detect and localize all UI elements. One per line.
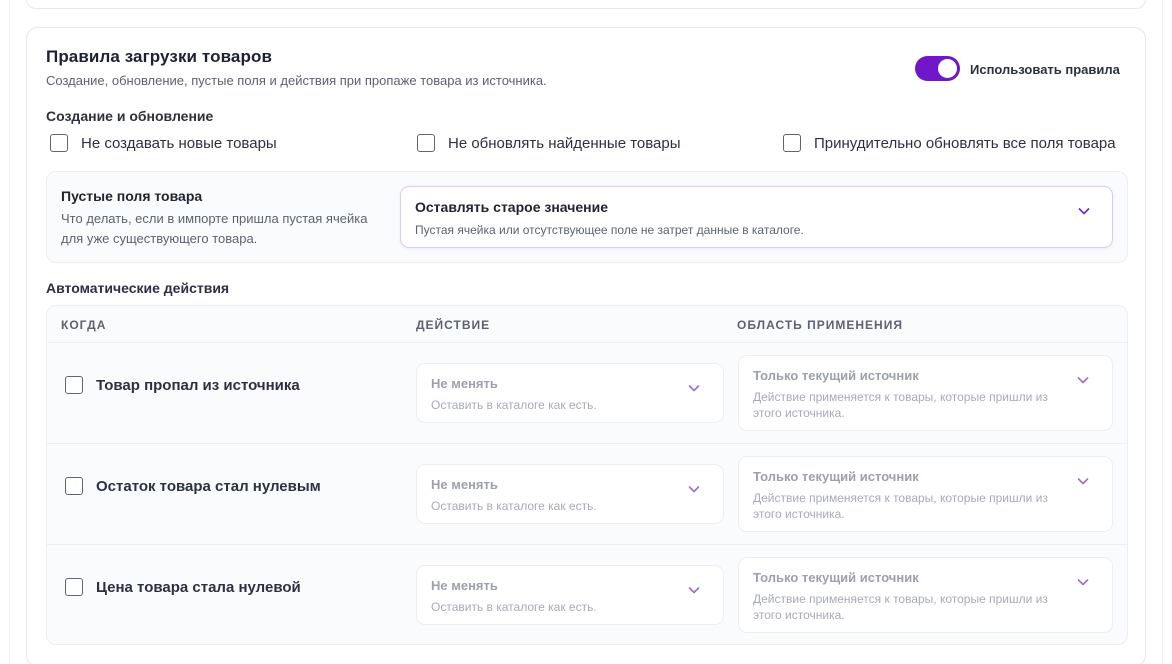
row-checkbox[interactable] [65, 578, 83, 596]
checkbox-no-create[interactable] [50, 134, 68, 152]
action-select-value: Не менять [431, 477, 498, 492]
create-update-heading: Создание и обновление [46, 108, 214, 124]
action-select-value: Не менять [431, 376, 498, 391]
empty-fields-selected-hint: Пустая ячейка или отсутствующее поле не … [415, 223, 804, 237]
column-header-scope: ОБЛАСТЬ ПРИМЕНЕНИЯ [737, 318, 903, 332]
row-when-label: Цена товара стала нулевой [96, 579, 301, 596]
chevron-down-icon [688, 385, 700, 392]
checkbox-no-update-label: Не обновлять найденные товары [448, 135, 681, 152]
scope-select[interactable]: Только текущий источник Действие применя… [738, 456, 1113, 532]
empty-fields-select[interactable]: Оставлять старое значение Пустая ячейка … [400, 186, 1113, 248]
auto-actions-heading: Автоматические действия [46, 280, 230, 296]
toggle-knob [938, 59, 957, 78]
empty-fields-selected-value: Оставлять старое значение [415, 199, 608, 215]
scope-select-hint: Действие применяется к товары, которые п… [753, 491, 1048, 521]
chevron-down-icon [1077, 579, 1089, 586]
action-select[interactable]: Не менять Оставить в каталоге как есть. [416, 363, 724, 423]
scope-select-hint: Действие применяется к товары, которые п… [753, 390, 1048, 420]
checkbox-force-update[interactable] [783, 134, 801, 152]
action-select-hint: Оставить в каталоге как есть. [431, 499, 597, 513]
section-subtitle: Создание, обновление, пустые поля и дейс… [46, 73, 547, 88]
use-rules-toggle[interactable] [915, 56, 960, 81]
previous-card-edge [26, 0, 1146, 9]
section-title: Правила загрузки товаров [46, 47, 273, 66]
table-row: Товар пропал из источника Не менять Оста… [47, 342, 1127, 443]
empty-fields-panel: Пустые поля товара Что делать, если в им… [46, 171, 1128, 263]
column-header-when: КОГДА [61, 318, 107, 332]
scope-select[interactable]: Только текущий источник Действие применя… [738, 557, 1113, 633]
scope-select-value: Только текущий источник [753, 570, 919, 585]
checkbox-no-update[interactable] [417, 134, 435, 152]
scope-select[interactable]: Только текущий источник Действие применя… [738, 355, 1113, 431]
table-row: Остаток товара стал нулевым Не менять Ос… [47, 443, 1127, 544]
row-checkbox[interactable] [65, 376, 83, 394]
chevron-down-icon [1077, 478, 1089, 485]
row-when-label: Остаток товара стал нулевым [96, 478, 321, 495]
table-row: Цена товара стала нулевой Не менять Оста… [47, 544, 1127, 644]
use-rules-label: Использовать правила [970, 62, 1120, 77]
empty-fields-description: Что делать, если в импорте пришла пустая… [61, 211, 368, 246]
column-header-action: ДЕЙСТВИЕ [416, 318, 491, 332]
empty-fields-title: Пустые поля товара [61, 188, 203, 204]
action-select-value: Не менять [431, 578, 498, 593]
chevron-down-icon [1077, 377, 1089, 384]
chevron-down-icon [1078, 208, 1090, 215]
auto-actions-table: КОГДА ДЕЙСТВИЕ ОБЛАСТЬ ПРИМЕНЕНИЯ Товар … [46, 305, 1128, 645]
row-when-label: Товар пропал из источника [96, 377, 300, 394]
row-checkbox[interactable] [65, 477, 83, 495]
upload-rules-card: Правила загрузки товаров Создание, обнов… [26, 27, 1146, 664]
chevron-down-icon [688, 587, 700, 594]
scope-select-value: Только текущий источник [753, 469, 919, 484]
action-select[interactable]: Не менять Оставить в каталоге как есть. [416, 565, 724, 625]
action-select-hint: Оставить в каталоге как есть. [431, 600, 597, 614]
action-select[interactable]: Не менять Оставить в каталоге как есть. [416, 464, 724, 524]
scope-select-hint: Действие применяется к товары, которые п… [753, 592, 1048, 622]
checkbox-force-update-label: Принудительно обновлять все поля товара [814, 135, 1116, 152]
scope-select-value: Только текущий источник [753, 368, 919, 383]
action-select-hint: Оставить в каталоге как есть. [431, 398, 597, 412]
chevron-down-icon [688, 486, 700, 493]
checkbox-no-create-label: Не создавать новые товары [81, 135, 277, 152]
